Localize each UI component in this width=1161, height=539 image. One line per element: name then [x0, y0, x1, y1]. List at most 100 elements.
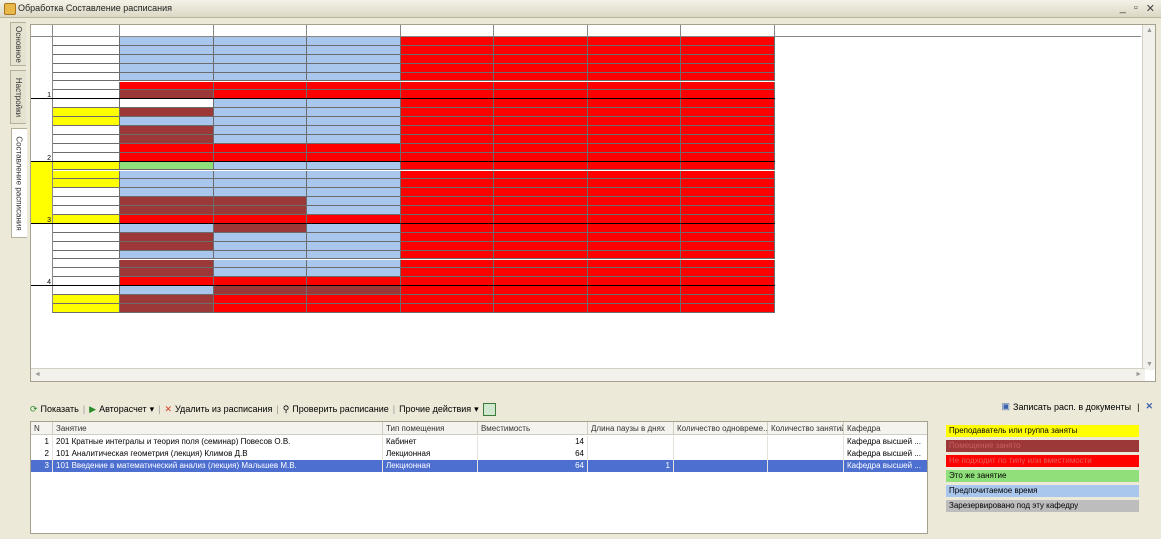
schedule-cell[interactable] [120, 45, 214, 55]
schedule-cell[interactable] [307, 179, 401, 189]
schedule-cell[interactable] [120, 126, 214, 135]
scroll-left-icon[interactable]: ◄ [34, 371, 41, 378]
schedule-cell[interactable] [681, 72, 775, 82]
schedule-cell[interactable] [400, 63, 494, 73]
other-actions-button[interactable]: Прочие действия ▾ [399, 404, 479, 415]
minimize-icon[interactable]: _ [1120, 2, 1126, 15]
schedule-cell[interactable] [587, 170, 681, 180]
schedule-cell[interactable] [400, 143, 494, 153]
write-docs-button[interactable]: ▣ Записать расп. в документы [1002, 401, 1132, 412]
schedule-cell[interactable] [307, 268, 401, 278]
schedule-cell[interactable] [120, 241, 214, 251]
restore-icon[interactable]: ▫ [1134, 2, 1138, 15]
schedule-cell[interactable] [120, 37, 214, 46]
schedule-cell[interactable] [494, 197, 588, 207]
interval-cell[interactable] [53, 268, 120, 278]
schedule-cell[interactable] [494, 188, 588, 198]
schedule-cell[interactable] [494, 170, 588, 180]
schedule-cell[interactable] [400, 72, 494, 82]
schedule-cell[interactable] [494, 241, 588, 251]
schedule-cell[interactable] [587, 223, 681, 233]
schedule-cell[interactable] [120, 197, 214, 207]
check-button[interactable]: ⚲ Проверить расписание [283, 404, 389, 415]
interval-cell[interactable] [53, 206, 120, 215]
schedule-cell[interactable] [400, 134, 494, 144]
schedule-cell[interactable] [307, 304, 401, 313]
schedule-cell[interactable] [213, 54, 307, 64]
interval-cell[interactable] [53, 188, 120, 198]
schedule-cell[interactable] [213, 286, 307, 296]
schedule-cell[interactable] [587, 161, 681, 171]
schedule-cell[interactable] [400, 99, 494, 109]
schedule-cell[interactable] [587, 206, 681, 215]
schedule-cell[interactable] [120, 206, 214, 215]
interval-cell[interactable] [53, 223, 120, 233]
interval-cell[interactable] [53, 126, 120, 135]
interval-cell[interactable] [53, 295, 120, 304]
schedule-cell[interactable] [494, 304, 588, 313]
schedule-cell[interactable] [307, 134, 401, 144]
schedule-cell[interactable] [307, 188, 401, 198]
interval-cell[interactable] [53, 99, 120, 109]
schedule-cell[interactable] [400, 197, 494, 207]
table-column-header[interactable]: N [31, 422, 53, 435]
schedule-cell[interactable] [213, 126, 307, 135]
schedule-cell[interactable] [213, 223, 307, 233]
schedule-cell[interactable] [494, 206, 588, 215]
schedule-cell[interactable] [120, 179, 214, 189]
schedule-cell[interactable] [681, 117, 775, 126]
schedule-cell[interactable] [587, 108, 681, 118]
schedule-cell[interactable] [120, 54, 214, 64]
schedule-cell[interactable] [681, 54, 775, 64]
schedule-cell[interactable] [307, 99, 401, 109]
schedule-cell[interactable] [400, 126, 494, 135]
schedule-cell[interactable] [400, 286, 494, 296]
interval-cell[interactable] [53, 63, 120, 73]
close-panel-icon[interactable]: ✕ [1145, 401, 1153, 412]
schedule-cell[interactable] [494, 223, 588, 233]
scroll-up-icon[interactable]: ▲ [1146, 27, 1153, 34]
schedule-cell[interactable] [120, 161, 214, 171]
schedule-cell[interactable] [120, 250, 214, 260]
schedule-cell[interactable] [494, 161, 588, 171]
schedule-cell[interactable] [400, 37, 494, 46]
interval-cell[interactable] [53, 232, 120, 242]
schedule-cell[interactable] [494, 99, 588, 109]
schedule-cell[interactable] [494, 250, 588, 260]
schedule-cell[interactable] [681, 241, 775, 251]
schedule-cell[interactable] [307, 143, 401, 153]
schedule-cell[interactable] [120, 188, 214, 198]
schedule-cell[interactable] [120, 304, 214, 313]
schedule-cell[interactable] [681, 37, 775, 46]
interval-cell[interactable] [53, 241, 120, 251]
schedule-cell[interactable] [213, 170, 307, 180]
schedule-cell[interactable] [494, 72, 588, 82]
schedule-cell[interactable] [494, 295, 588, 304]
schedule-cell[interactable] [120, 170, 214, 180]
schedule-cell[interactable] [400, 295, 494, 304]
schedule-cell[interactable] [307, 81, 401, 91]
schedule-cell[interactable] [587, 232, 681, 242]
schedule-cell[interactable] [120, 259, 214, 269]
schedule-cell[interactable] [494, 37, 588, 46]
schedule-cell[interactable] [587, 259, 681, 269]
interval-cell[interactable] [53, 81, 120, 91]
schedule-cell[interactable] [400, 259, 494, 269]
schedule-cell[interactable] [587, 143, 681, 153]
schedule-cell[interactable] [587, 268, 681, 278]
show-button[interactable]: ⟳ Показать [30, 404, 79, 415]
horizontal-scrollbar[interactable]: ◄ ► [31, 368, 1145, 381]
schedule-cell[interactable] [587, 197, 681, 207]
schedule-cell[interactable] [213, 63, 307, 73]
schedule-cell[interactable] [120, 295, 214, 304]
schedule-cell[interactable] [681, 45, 775, 55]
schedule-cell[interactable] [587, 81, 681, 91]
schedule-cell[interactable] [213, 179, 307, 189]
schedule-cell[interactable] [400, 54, 494, 64]
schedule-cell[interactable] [307, 241, 401, 251]
schedule-cell[interactable] [587, 241, 681, 251]
schedule-cell[interactable] [494, 268, 588, 278]
schedule-cell[interactable] [494, 143, 588, 153]
table-column-header[interactable]: Вместимость [478, 422, 588, 435]
tab-schedule[interactable]: Составление расписания [11, 128, 27, 238]
